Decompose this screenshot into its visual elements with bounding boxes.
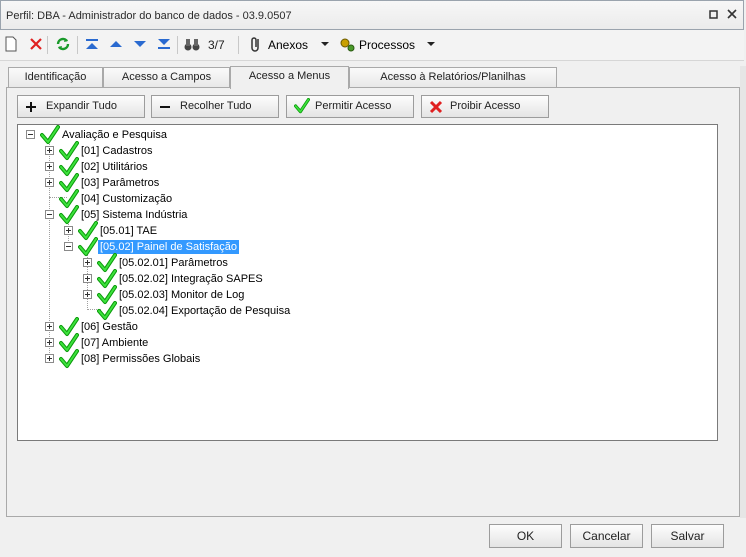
tab-acesso-campos[interactable]: Acesso a Campos (103, 67, 230, 87)
check-icon[interactable] (59, 205, 79, 228)
expand-toggle[interactable] (45, 146, 54, 155)
collapse-toggle[interactable] (45, 210, 54, 219)
collapse-all-button[interactable]: Recolher Tudo (151, 95, 279, 118)
cancel-button[interactable]: Cancelar (570, 524, 643, 548)
expand-toggle[interactable] (64, 226, 73, 235)
delete-icon[interactable] (28, 35, 44, 55)
window-edge-scrollbar[interactable] (740, 66, 746, 518)
ok-button[interactable]: OK (489, 524, 562, 548)
tab-acesso-relatorios[interactable]: Acesso à Relatórios/Planilhas (349, 67, 557, 87)
check-icon[interactable] (40, 125, 60, 148)
tab-identificacao[interactable]: Identificação (8, 67, 103, 87)
plus-icon (25, 100, 37, 121)
binoculars-icon[interactable] (183, 35, 201, 55)
processos-menu[interactable]: Processos (359, 35, 415, 55)
new-document-icon[interactable] (4, 35, 18, 55)
expand-toggle[interactable] (83, 290, 92, 299)
record-counter: 3/7 (208, 38, 225, 52)
previous-record-icon[interactable] (108, 35, 124, 55)
next-record-icon[interactable] (132, 35, 148, 55)
deny-access-button[interactable]: Proibir Acesso (421, 95, 549, 118)
paperclip-icon[interactable] (248, 35, 264, 55)
gears-icon[interactable] (338, 35, 356, 55)
refresh-icon[interactable] (54, 35, 72, 55)
tab-strip: Identificação Acesso a Campos Acesso a M… (0, 66, 746, 89)
allow-access-button[interactable]: Permitir Acesso (286, 95, 414, 118)
restore-icon[interactable] (709, 9, 719, 22)
toolbar: 3/7 Anexos Processos (0, 30, 744, 61)
anexos-menu[interactable]: Anexos (268, 35, 308, 55)
expand-toggle[interactable] (45, 322, 54, 331)
x-icon (429, 100, 443, 122)
expand-toggle[interactable] (45, 338, 54, 347)
save-button[interactable]: Salvar (651, 524, 724, 548)
expand-all-button[interactable]: Expandir Tudo (17, 95, 145, 118)
expand-toggle[interactable] (83, 258, 92, 267)
close-window-icon[interactable] (727, 9, 737, 22)
tab-acesso-menus[interactable]: Acesso a Menus (230, 66, 349, 89)
expand-toggle[interactable] (45, 354, 54, 363)
last-record-icon[interactable] (156, 35, 172, 55)
minus-icon (159, 100, 171, 121)
chevron-down-icon[interactable] (320, 35, 330, 55)
window-title: Perfil: DBA - Administrador do banco de … (6, 10, 292, 22)
collapse-toggle[interactable] (26, 130, 35, 139)
check-icon[interactable] (78, 237, 98, 260)
expand-toggle[interactable] (45, 178, 54, 187)
window-titlebar: Perfil: DBA - Administrador do banco de … (0, 0, 744, 30)
check-icon (294, 98, 310, 122)
chevron-down-icon[interactable] (426, 35, 436, 55)
check-icon[interactable] (59, 349, 79, 372)
first-record-icon[interactable] (84, 35, 100, 55)
expand-toggle[interactable] (83, 274, 92, 283)
collapse-toggle[interactable] (64, 242, 73, 251)
expand-toggle[interactable] (45, 162, 54, 171)
menu-access-tree: Avaliação e Pesquisa [01] Cadastros [02]… (17, 124, 718, 441)
